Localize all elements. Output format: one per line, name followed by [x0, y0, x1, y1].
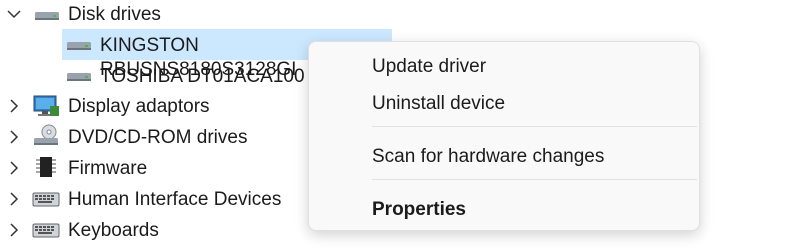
dvd-drive-icon [33, 124, 59, 148]
drive-icon [66, 34, 92, 58]
chevron-right-icon[interactable] [4, 96, 24, 116]
properties-menu-item[interactable]: Properties [309, 192, 699, 228]
tree-item-firmware[interactable]: Firmware [68, 157, 147, 181]
menu-item-label: Properties [372, 199, 466, 220]
tree-item-human-interface-devices[interactable]: Human Interface Devices [68, 188, 281, 212]
menu-separator [372, 179, 697, 180]
tree-item-keyboards[interactable]: Keyboards [68, 219, 159, 243]
chevron-down-icon[interactable] [4, 4, 24, 24]
tree-item-dvd-cdrom-drives[interactable]: DVD/CD-ROM drives [68, 126, 247, 150]
drive-icon [66, 65, 92, 89]
keyboard-icon [32, 218, 60, 242]
tree-item-display-adaptors[interactable]: Display adaptors [68, 95, 210, 119]
chevron-right-icon[interactable] [4, 189, 24, 209]
firmware-chip-icon [35, 155, 61, 179]
menu-item-label: Uninstall device [372, 93, 506, 114]
chevron-right-icon[interactable] [4, 158, 24, 178]
uninstall-device-menu-item[interactable]: Uninstall device [309, 86, 699, 122]
hid-keyboard-icon [32, 187, 60, 211]
chevron-right-icon[interactable] [4, 220, 24, 240]
context-menu: Update driver Uninstall device Scan for … [308, 41, 700, 231]
display-adapter-icon [32, 94, 59, 118]
menu-item-label: Update driver [372, 56, 487, 77]
update-driver-menu-item[interactable]: Update driver [309, 49, 699, 85]
tree-item-disk-drives[interactable]: Disk drives [68, 3, 161, 27]
tree-item-toshiba-drive[interactable]: TOSHIBA DT01ACA100 [100, 65, 305, 89]
menu-item-label: Scan for hardware changes [372, 146, 605, 167]
scan-hardware-changes-menu-item[interactable]: Scan for hardware changes [309, 139, 699, 175]
disk-drive-icon [34, 4, 60, 28]
chevron-right-icon[interactable] [4, 127, 24, 147]
menu-separator [372, 126, 697, 127]
